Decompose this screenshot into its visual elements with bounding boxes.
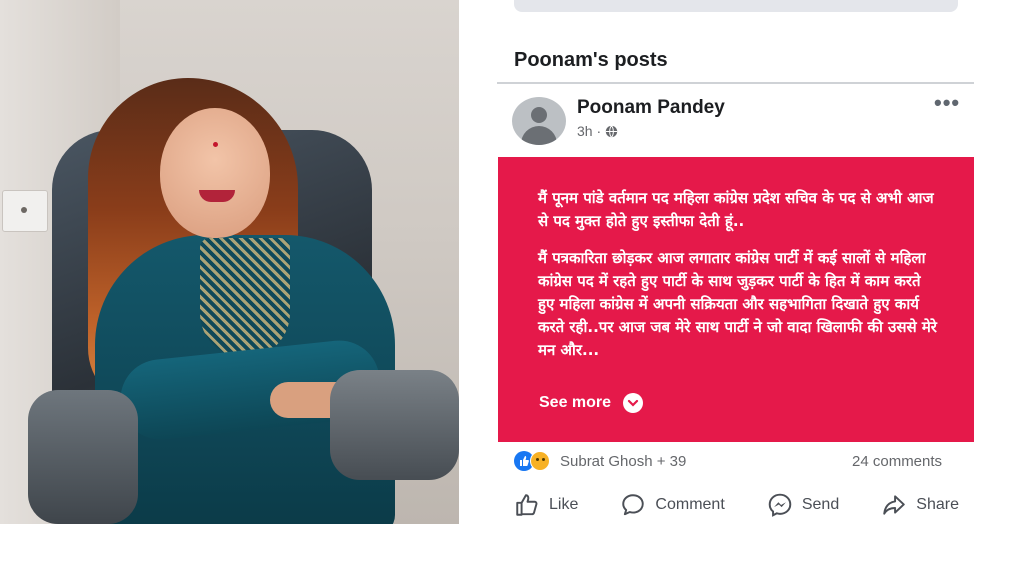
- facebook-post-panel: Poonam's posts Poonam Pandey 3h · ••• मै…: [497, 0, 974, 576]
- comments-count[interactable]: 24 comments: [852, 453, 942, 470]
- sad-reaction-icon: [530, 451, 550, 471]
- post-content-card: मैं पूनम पांडे वर्तमान पद महिला कांग्रेस…: [498, 157, 974, 442]
- send-label: Send: [801, 496, 840, 513]
- embroidered-neckline: [200, 238, 290, 358]
- more-options-icon[interactable]: •••: [934, 92, 962, 116]
- section-divider: [497, 82, 974, 84]
- comment-button[interactable]: Comment: [620, 492, 725, 518]
- globe-icon: [605, 124, 618, 138]
- chevron-down-icon: [623, 393, 644, 413]
- wall-switch: [2, 190, 48, 232]
- reaction-icons: [514, 451, 554, 471]
- post-paragraph-1: मैं पूनम पांडे वर्तमान पद महिला कांग्रेस…: [538, 189, 934, 230]
- section-title: Poonam's posts: [514, 49, 668, 71]
- post-time[interactable]: 3h ·: [577, 123, 601, 139]
- avatar-shoulders: [521, 126, 557, 145]
- bindi: [213, 142, 218, 147]
- share-button[interactable]: Share: [881, 492, 959, 518]
- post-actions: Like Comment Send Share: [514, 490, 959, 520]
- see-more-label: See more: [539, 394, 612, 411]
- reactions-text: Subrat Ghosh + 39: [560, 452, 687, 470]
- share-icon: [883, 495, 906, 515]
- post-text: मैं पूनम पांडे वर्तमान पद महिला कांग्रेस…: [538, 187, 938, 376]
- chair-armrest-right: [330, 370, 459, 480]
- see-more-button[interactable]: See more: [539, 393, 644, 413]
- comment-label: Comment: [655, 496, 725, 513]
- comment-icon: [622, 494, 645, 516]
- send-button[interactable]: Send: [767, 492, 839, 518]
- profile-photo: [0, 0, 459, 524]
- top-input-bar[interactable]: [514, 0, 958, 12]
- like-label: Like: [549, 496, 579, 513]
- messenger-icon: [768, 493, 792, 517]
- like-icon: [516, 494, 538, 516]
- reactions-summary[interactable]: Subrat Ghosh + 39: [514, 451, 686, 471]
- post-paragraph-2: मैं पत्रकारिता छोड़कर आज लगातार कांग्रेस…: [538, 249, 937, 359]
- share-label: Share: [916, 496, 959, 513]
- post-author[interactable]: Poonam Pandey: [577, 97, 725, 119]
- chair-armrest-left: [28, 390, 138, 524]
- face: [160, 108, 270, 238]
- avatar[interactable]: [512, 97, 566, 145]
- like-button[interactable]: Like: [514, 492, 578, 518]
- avatar-head: [531, 107, 547, 123]
- post-meta: 3h ·: [577, 123, 618, 139]
